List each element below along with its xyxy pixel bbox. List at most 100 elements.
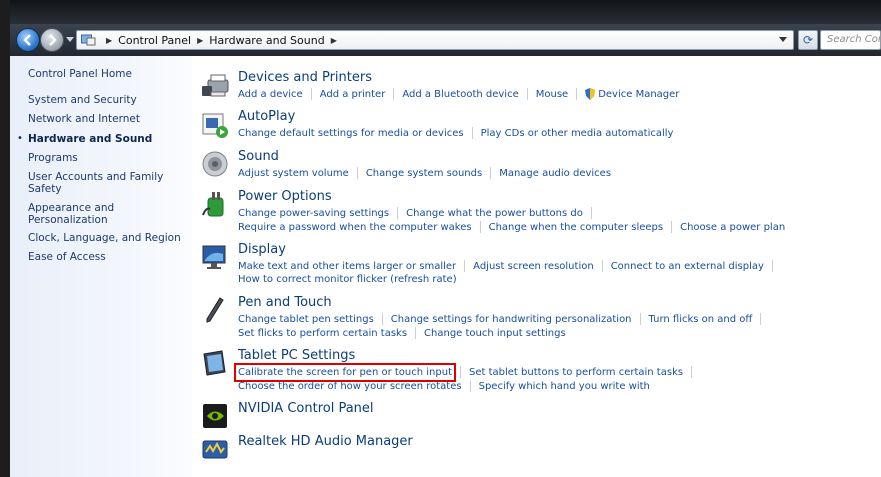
link-add-bluetooth[interactable]: Add a Bluetooth device <box>402 89 518 100</box>
link-handwriting[interactable]: Change settings for handwriting personal… <box>391 314 632 325</box>
sidebar-item-clock-language-region[interactable]: Clock, Language, and Region <box>28 232 188 244</box>
link-autoplay-defaults[interactable]: Change default settings for media or dev… <box>238 128 464 139</box>
category-links: Make text and other items larger or smal… <box>238 260 781 272</box>
link-system-sounds[interactable]: Change system sounds <box>366 168 482 179</box>
link-screen-rotation[interactable]: Choose the order of how your screen rota… <box>238 381 462 392</box>
link-writing-hand[interactable]: Specify which hand you write with <box>479 381 650 392</box>
link-device-manager[interactable]: Device Manager <box>598 89 679 100</box>
divider <box>479 221 481 233</box>
category-title[interactable]: NVIDIA Control Panel <box>238 401 374 416</box>
link-screen-resolution[interactable]: Adjust screen resolution <box>473 261 594 272</box>
category-title[interactable]: Sound <box>238 149 279 164</box>
divider <box>490 167 492 179</box>
arrow-right-icon <box>49 34 57 46</box>
category-links: How to correct monitor flicker (refresh … <box>238 274 457 285</box>
tablet-icon <box>203 350 226 376</box>
category-links: Require a password when the computer wak… <box>238 221 785 233</box>
divider <box>381 313 383 325</box>
breadcrumb-control-panel[interactable]: Control Panel <box>118 34 191 47</box>
link-tablet-buttons[interactable]: Set tablet buttons to perform certain ta… <box>469 367 683 378</box>
sidebar-item-programs[interactable]: Programs <box>28 152 188 164</box>
autoplay-icon <box>202 113 228 138</box>
link-power-buttons[interactable]: Change what the power buttons do <box>406 208 583 219</box>
link-computer-sleeps[interactable]: Change when the computer sleeps <box>489 222 664 233</box>
refresh-icon: ⟳ <box>802 33 814 47</box>
link-play-cds[interactable]: Play CDs or other media automatically <box>481 128 674 139</box>
sidebar-item-appearance[interactable]: Appearance and Personalization <box>28 202 148 226</box>
link-flicks-tasks[interactable]: Set flicks to perform certain tasks <box>238 328 407 339</box>
divider <box>310 88 312 100</box>
category-links: Adjust system volume Change system sound… <box>238 167 611 179</box>
breadcrumb-separator-icon[interactable]: ▶ <box>106 36 112 45</box>
link-power-plan[interactable]: Choose a power plan <box>680 222 785 233</box>
divider <box>356 167 358 179</box>
link-add-printer[interactable]: Add a printer <box>320 89 386 100</box>
realtek-icon <box>202 440 228 459</box>
divider <box>590 207 592 219</box>
divider <box>393 88 395 100</box>
category-title[interactable]: Realtek HD Audio Manager <box>238 434 413 449</box>
link-flicks-toggle[interactable]: Turn flicks on and off <box>649 314 753 325</box>
main-content: Control Panel Home System and Security N… <box>10 56 881 477</box>
category-title[interactable]: AutoPlay <box>238 109 295 124</box>
link-require-password[interactable]: Require a password when the computer wak… <box>238 222 472 233</box>
arrow-left-icon <box>23 34 31 46</box>
sidebar-item-network-and-internet[interactable]: Network and Internet <box>28 113 188 125</box>
divider <box>471 127 473 139</box>
sidebar-item-ease-of-access[interactable]: Ease of Access <box>28 251 188 263</box>
shield-icon <box>585 88 596 100</box>
sidebar-item-control-panel-home[interactable]: Control Panel Home <box>28 68 188 80</box>
sidebar-item-system-and-security[interactable]: System and Security <box>28 94 188 106</box>
address-bar-row: ▶ Control Panel ▶ Hardware and Sound ▶ ⟳… <box>10 24 881 56</box>
link-text-larger[interactable]: Make text and other items larger or smal… <box>238 261 456 272</box>
divider <box>760 313 762 325</box>
breadcrumb-hardware-and-sound[interactable]: Hardware and Sound <box>209 34 324 47</box>
link-external-display[interactable]: Connect to an external display <box>611 261 764 272</box>
back-button[interactable] <box>16 28 40 52</box>
link-mouse[interactable]: Mouse <box>536 89 568 100</box>
link-power-saving[interactable]: Change power-saving settings <box>238 208 389 219</box>
divider <box>397 207 399 219</box>
address-bar[interactable]: ▶ Control Panel ▶ Hardware and Sound ▶ <box>76 30 794 50</box>
divider <box>415 327 417 339</box>
category-title[interactable]: Tablet PC Settings <box>238 348 355 363</box>
link-audio-devices[interactable]: Manage audio devices <box>499 168 611 179</box>
forward-button[interactable] <box>40 28 64 52</box>
sidebar-item-user-accounts[interactable]: User Accounts and Family Safety <box>28 171 168 195</box>
power-icon <box>202 192 224 217</box>
link-calibrate-screen[interactable]: Calibrate the screen for pen or touch in… <box>234 362 456 382</box>
recent-pages-dropdown[interactable] <box>66 37 74 42</box>
pen-icon <box>206 297 224 323</box>
divider <box>639 313 641 325</box>
link-monitor-flicker[interactable]: How to correct monitor flicker (refresh … <box>238 274 457 285</box>
sidebar: Control Panel Home System and Security N… <box>10 56 192 477</box>
category-title[interactable]: Display <box>238 242 286 257</box>
category-title[interactable]: Devices and Printers <box>238 70 372 85</box>
divider <box>691 366 693 378</box>
breadcrumb-separator-icon[interactable]: ▶ <box>331 36 337 45</box>
category-links: Choose the order of how your screen rota… <box>238 380 650 392</box>
divider <box>459 366 461 378</box>
category-links: Change power-saving settings Change what… <box>238 207 600 219</box>
search-input[interactable]: Search Control Panel <box>820 30 881 50</box>
speaker-icon <box>202 151 228 177</box>
link-adjust-volume[interactable]: Adjust system volume <box>238 168 349 179</box>
control-panel-icon <box>81 34 96 46</box>
category-title[interactable]: Power Options <box>238 189 332 204</box>
active-bullet-icon: • <box>17 133 23 144</box>
category-links: Set flicks to perform certain tasks Chan… <box>238 327 566 339</box>
breadcrumb-separator-icon[interactable]: ▶ <box>197 36 203 45</box>
refresh-button[interactable]: ⟳ <box>798 30 818 50</box>
link-add-device[interactable]: Add a device <box>238 89 303 100</box>
address-dropdown-icon[interactable] <box>779 37 787 42</box>
sidebar-item-hardware-and-sound[interactable]: Hardware and Sound <box>28 133 188 145</box>
category-title[interactable]: Pen and Touch <box>238 295 332 310</box>
link-touch-input[interactable]: Change touch input settings <box>424 328 566 339</box>
link-tablet-pen[interactable]: Change tablet pen settings <box>238 314 374 325</box>
window-left-frame <box>0 0 10 477</box>
divider <box>671 221 673 233</box>
divider <box>464 260 466 272</box>
display-icon <box>202 245 226 269</box>
window-top-frame <box>0 0 881 24</box>
divider <box>526 88 528 100</box>
